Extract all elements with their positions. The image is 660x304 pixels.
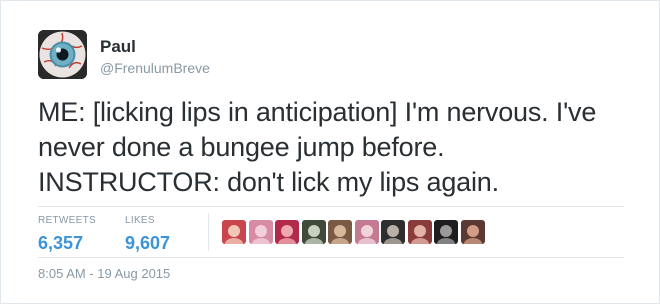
liker-avatar-icon [407,220,432,244]
liker-avatar[interactable] [301,220,326,244]
tweet-timestamp[interactable]: 8:05 AM - 19 Aug 2015 [38,266,170,282]
liker-avatar-icon [434,220,458,244]
likes-stat[interactable]: LIKES 9,607 [125,215,170,254]
liker-avatar[interactable] [460,220,485,244]
user-avatar[interactable] [38,30,87,79]
tweet-card: Paul @FrenulumBreve ME: [licking lips in… [0,0,660,304]
liker-avatar[interactable] [222,220,246,244]
stats-separator [208,213,209,251]
user-handle[interactable]: @FrenulumBreve [100,59,210,77]
stats-divider-top [38,206,624,207]
liker-avatar[interactable] [275,220,299,244]
eyeball-avatar-icon [38,30,87,79]
liker-avatar-icon [381,220,405,244]
display-name[interactable]: Paul [100,37,136,57]
liker-avatar[interactable] [248,220,273,244]
retweets-count: 6,357 [38,233,84,253]
tweet-line: INSTRUCTOR: don't lick my lips again. [38,167,499,197]
liker-avatar[interactable] [434,220,458,244]
liker-avatar-icon [460,220,485,244]
tweet-line: never done a bungee jump before. [38,132,445,162]
stats-divider-bottom [38,257,624,258]
likes-count: 9,607 [125,233,171,253]
likes-label: LIKES [125,215,155,226]
retweets-stat[interactable]: RETWEETS 6,357 [38,215,96,254]
liker-avatar[interactable] [407,220,432,244]
retweets-label: RETWEETS [38,215,96,226]
liker-avatar[interactable] [328,220,352,244]
liker-avatar-icon [301,220,326,244]
liker-avatar[interactable] [354,220,379,244]
tweet-text: ME: [licking lips in anticipation] I'm n… [38,95,638,200]
liker-avatar-icon [275,220,299,244]
liker-avatar[interactable] [381,220,405,244]
liker-avatar-icon [354,220,379,244]
liker-avatar-icon [328,220,352,244]
liker-avatar-icon [222,220,246,244]
tweet-line: ME: [licking lips in anticipation] I'm n… [38,97,597,127]
liker-avatar-icon [248,220,273,244]
